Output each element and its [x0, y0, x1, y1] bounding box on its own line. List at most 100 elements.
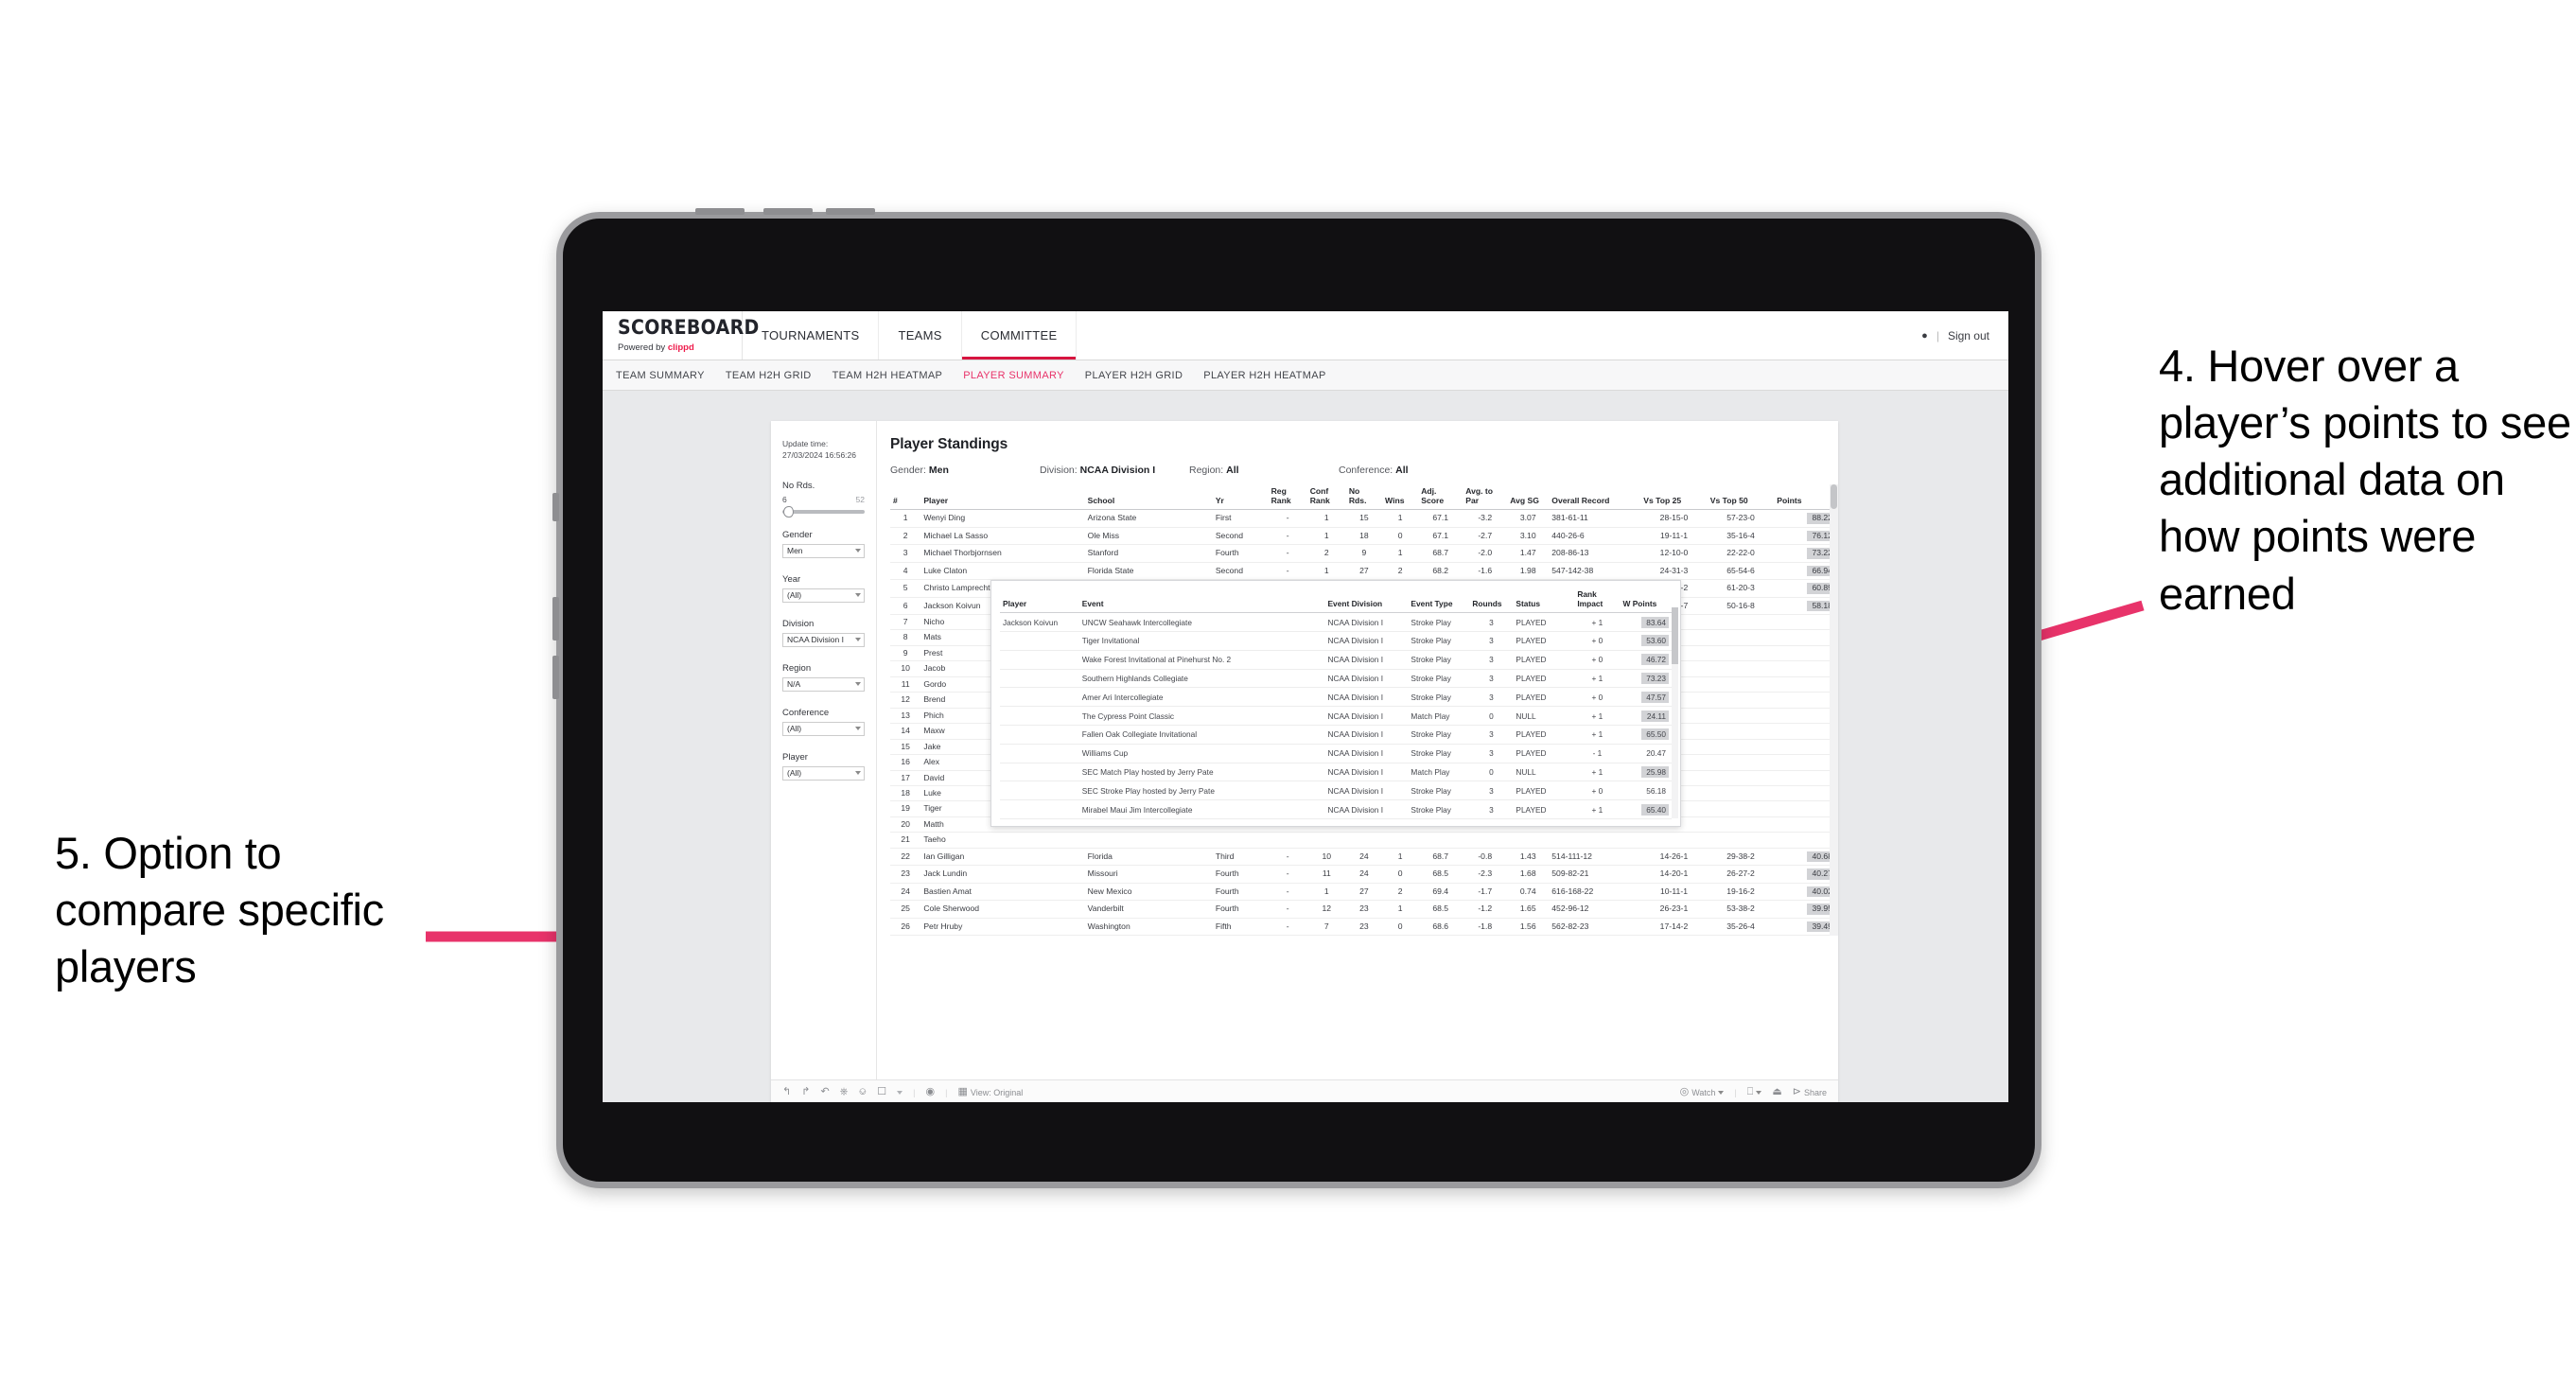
standings-col-avg-sg[interactable]: Avg SG [1507, 484, 1550, 511]
cell-points: 66.94 [1774, 562, 1838, 581]
table-row[interactable]: 23 Jack Lundin Missouri Fourth -11 24 0 68.5 -2.… [890, 865, 1838, 884]
account-icon[interactable]: ● [1921, 330, 1928, 342]
cell-yr [1212, 832, 1269, 849]
standings-col-[interactable]: # [890, 484, 921, 511]
side-button-1[interactable] [552, 493, 559, 521]
cell-player: Jack Lundin [920, 865, 1085, 884]
cell-yr: Fourth [1212, 865, 1269, 884]
table-row[interactable]: 21 Taeho [890, 832, 1838, 849]
slider-track[interactable] [782, 505, 865, 518]
cell-wins [1382, 832, 1419, 849]
subnav-item-player-h2h-grid[interactable]: PLAYER H2H GRID [1085, 370, 1183, 381]
cell-rank: 14 [890, 723, 921, 740]
subnav-item-team-h2h-grid[interactable]: TEAM H2H GRID [726, 370, 812, 381]
topnav-item-committee[interactable]: COMMITTEE [961, 311, 1078, 360]
cell-reg: - [1268, 509, 1307, 528]
share-button[interactable]: ⊳ Share [1793, 1087, 1827, 1097]
cell-rank: 23 [890, 865, 921, 884]
chevron-down-icon [855, 549, 861, 553]
cell-rds: 18 [1345, 527, 1383, 546]
cell-points: 88.22 [1774, 509, 1838, 528]
download-button[interactable]: ⎕ [1747, 1087, 1762, 1097]
cell-record: 381-61-11 [1549, 509, 1641, 528]
sign-out-link[interactable]: Sign out [1948, 329, 1989, 342]
toolbar-separator-3: | [1734, 1087, 1737, 1097]
tooltip-cell-event: Williams Cup [1078, 744, 1325, 763]
cell-par: -1.2 [1463, 900, 1508, 919]
table-row[interactable]: 25 Cole Sherwood Vanderbilt Fourth -12 23 1 68.… [890, 900, 1838, 919]
tooltip-cell-status: PLAYED [1513, 631, 1575, 651]
redo-icon[interactable]: ↱ [801, 1087, 810, 1097]
topnav-item-tournaments[interactable]: TOURNAMENTS [743, 311, 880, 360]
cell-conf [1306, 832, 1346, 849]
slider-handle[interactable] [783, 505, 794, 518]
filter-division-select[interactable]: NCAA Division I [782, 632, 865, 647]
cell-par: -2.7 [1463, 527, 1508, 546]
standings-col-reg-rank[interactable]: Reg Rank [1268, 484, 1307, 511]
volume-up-button[interactable] [763, 208, 813, 215]
topnav-item-teams[interactable]: TEAMS [879, 311, 962, 360]
cell-player: Michael La Sasso [920, 527, 1085, 546]
standings-col-points[interactable]: Points [1774, 484, 1838, 511]
cell-record: 440-26-6 [1549, 527, 1641, 546]
side-button-3[interactable] [552, 656, 559, 699]
chevron-down-icon[interactable] [897, 1090, 903, 1095]
update-time-value: 27/03/2024 16:56:26 [782, 450, 856, 461]
standings-col-avg-to-par[interactable]: Avg. to Par [1463, 484, 1508, 511]
filter-gender-select[interactable]: Men [782, 543, 865, 558]
side-button-2[interactable] [552, 597, 559, 640]
table-row[interactable]: 1 Wenyi Ding Arizona State First -1 15 1 67.1 -3… [890, 509, 1838, 528]
tooltip-scrollbar-thumb[interactable] [1672, 607, 1678, 664]
standings-scrollbar[interactable] [1830, 484, 1838, 937]
tooltip-cell-status: PLAYED [1513, 799, 1575, 819]
refresh-icon[interactable]: ⎈ [840, 1087, 849, 1097]
standings-col-no-rds[interactable]: No Rds. [1345, 484, 1383, 511]
table-row[interactable]: 24 Bastien Amat New Mexico Fourth -1 27 2 69.4-… [890, 883, 1838, 902]
pause-updates-icon[interactable]: ⎉ [858, 1087, 867, 1097]
cell-points [1774, 660, 1838, 677]
standings-col-conf-rank[interactable]: Conf Rank [1306, 484, 1346, 511]
cell-points [1774, 739, 1838, 756]
tablet-device: SCOREBOARD Powered by clippd TOURNAMENTS… [552, 208, 2042, 1188]
table-row[interactable]: 3 Michael Thorbjornsen Stanford Fourth -2 9 1 6… [890, 544, 1838, 563]
table-row[interactable]: 26 Petr Hruby Washington Fifth -7 23 0 68.6 -1.8… [890, 918, 1838, 937]
fullscreen-icon[interactable]: ⏏ [1772, 1087, 1781, 1097]
standings-col-yr[interactable]: Yr [1212, 484, 1269, 511]
alerts-icon[interactable]: ☐ [877, 1087, 886, 1097]
standings-col-overall-record[interactable]: Overall Record [1549, 484, 1641, 511]
watch-button[interactable]: ◎ Watch [1680, 1087, 1725, 1097]
table-row[interactable]: 22 Ian Gilligan Florida Third -10 24 1 68.7 -0.8… [890, 848, 1838, 867]
volume-down-button[interactable] [826, 208, 875, 215]
filter-conference-select[interactable]: (All) [782, 721, 865, 736]
scrollbar-thumb[interactable] [1831, 484, 1837, 509]
tooltip-scrollbar[interactable] [1672, 607, 1678, 818]
table-row[interactable]: 2 Michael La Sasso Ole Miss Second -1 18 0 67.1… [890, 527, 1838, 546]
subnav-item-team-h2h-heatmap[interactable]: TEAM H2H HEATMAP [832, 370, 943, 381]
highlight-icon[interactable]: ◉ [926, 1087, 936, 1097]
cell-rds: 24 [1345, 848, 1383, 867]
filter-region-select[interactable]: N/A [782, 676, 865, 692]
share-icon: ⊳ [1792, 1086, 1801, 1097]
brand-logo[interactable]: SCOREBOARD Powered by clippd [603, 311, 759, 360]
subnav-item-team-summary[interactable]: TEAM SUMMARY [616, 370, 705, 381]
undo-icon[interactable]: ↰ [782, 1087, 791, 1097]
standings-col-school[interactable]: School [1084, 484, 1213, 511]
filter-year-select[interactable]: (All) [782, 588, 865, 603]
subnav-item-player-summary[interactable]: PLAYER SUMMARY [963, 370, 1064, 381]
cell-t50 [1707, 645, 1775, 662]
standings-col-vs-top-50[interactable]: Vs Top 50 [1707, 484, 1775, 511]
standings-col-wins[interactable]: Wins [1382, 484, 1419, 511]
standings-col-adj-score[interactable]: Adj. Score [1418, 484, 1463, 511]
tooltip-cell-player [1000, 725, 1079, 745]
filter-player-select[interactable]: (All) [782, 765, 865, 781]
standings-col-player[interactable]: Player [920, 484, 1085, 511]
table-row[interactable]: 4 Luke Claton Florida State Second -1 27 2 68.2… [890, 562, 1838, 581]
cell-rank: 26 [890, 918, 921, 937]
tooltip-cell-type: Match Play [1408, 763, 1470, 782]
standings-col-vs-top-25[interactable]: Vs Top 25 [1640, 484, 1708, 511]
cell-t50: 26-27-2 [1707, 865, 1775, 884]
subnav-item-player-h2h-heatmap[interactable]: PLAYER H2H HEATMAP [1203, 370, 1325, 381]
view-original-button[interactable]: ▦ View: Original [957, 1087, 1023, 1097]
revert-icon[interactable]: ↶ [820, 1087, 829, 1097]
power-button[interactable] [695, 208, 745, 215]
